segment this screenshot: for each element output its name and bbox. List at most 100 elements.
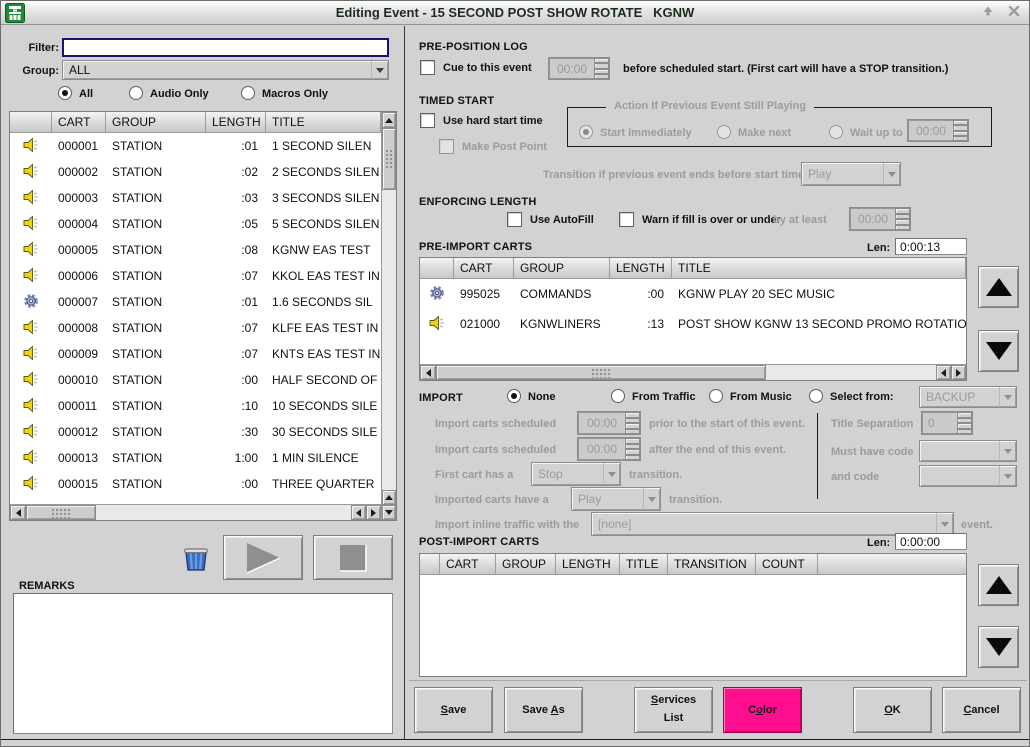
cart-list-hscrollbar[interactable]: [10, 504, 381, 520]
radio-import-music[interactable]: [709, 389, 723, 403]
col-cart[interactable]: CART: [440, 554, 496, 575]
imported-carts-transition-select[interactable]: Play: [571, 487, 661, 511]
col-group[interactable]: GROUP: [496, 554, 556, 575]
col-length[interactable]: LENGTH: [206, 112, 266, 133]
radio-all[interactable]: [58, 86, 72, 100]
scroll-up-icon[interactable]: [382, 490, 396, 505]
chevron-down-icon[interactable]: [371, 61, 388, 79]
spin-down-icon[interactable]: [625, 423, 640, 434]
chevron-down-icon[interactable]: [999, 387, 1016, 407]
scroll-left-icon[interactable]: [351, 505, 366, 520]
scroll-left-icon[interactable]: [10, 505, 26, 520]
spin-up-icon[interactable]: [895, 208, 910, 219]
hscroll-thumb[interactable]: [436, 365, 766, 380]
radio-macros-only[interactable]: [241, 86, 255, 100]
cart-row[interactable]: 000011 STATION :10 10 SECONDS SILE: [10, 393, 381, 419]
post-import-header[interactable]: CART GROUP LENGTH TITLE TRANSITION COUNT: [420, 554, 966, 575]
chevron-down-icon[interactable]: [603, 463, 620, 485]
col-transition[interactable]: TRANSITION: [668, 554, 756, 575]
color-button[interactable]: Color: [723, 687, 802, 733]
make-post-point-checkbox[interactable]: [439, 139, 454, 154]
col-cart[interactable]: CART: [52, 112, 106, 133]
col-title[interactable]: TITLE: [620, 554, 668, 575]
scroll-left-icon[interactable]: [936, 365, 951, 380]
spin-up-icon[interactable]: [625, 438, 640, 449]
spin-up-icon[interactable]: [594, 58, 609, 69]
scroll-down-icon[interactable]: [382, 505, 396, 520]
close-window-button[interactable]: [1001, 3, 1026, 23]
chevron-down-icon[interactable]: [643, 488, 660, 510]
cart-row[interactable]: 000001 STATION :01 1 SECOND SILEN: [10, 133, 381, 159]
scroll-up-icon[interactable]: [382, 112, 396, 128]
radio-import-select-from[interactable]: [809, 389, 823, 403]
pre-import-header[interactable]: CART GROUP LENGTH TITLE: [420, 258, 966, 279]
save-button[interactable]: Save: [414, 687, 493, 733]
play-button[interactable]: [223, 535, 303, 580]
stop-button[interactable]: [313, 535, 393, 580]
select-from-select[interactable]: BACKUP: [919, 386, 1017, 408]
transition-before-start-select[interactable]: Play: [801, 162, 901, 186]
spin-up-icon[interactable]: [625, 412, 640, 423]
cart-list-vscrollbar[interactable]: [381, 112, 396, 520]
spin-down-icon[interactable]: [953, 131, 968, 142]
wait-time-spinner[interactable]: 00:00: [907, 119, 969, 142]
vscroll-thumb[interactable]: [382, 128, 396, 190]
pre-import-table[interactable]: CART GROUP LENGTH TITLE: [419, 257, 967, 381]
first-cart-transition-select[interactable]: Stop: [531, 462, 621, 486]
col-icon[interactable]: [10, 112, 52, 133]
group-select[interactable]: ALL: [62, 60, 389, 80]
chevron-down-icon[interactable]: [936, 513, 953, 535]
cart-row[interactable]: 000010 STATION :00 HALF SECOND OF: [10, 367, 381, 393]
use-autofill-checkbox[interactable]: [507, 212, 522, 227]
post-import-move-up-button[interactable]: [978, 564, 1019, 606]
cue-time-spinner[interactable]: 00:00: [548, 57, 610, 80]
col-group[interactable]: GROUP: [106, 112, 206, 133]
cart-row[interactable]: 000009 STATION :07 KNTS EAS TEST IN: [10, 341, 381, 367]
cart-list-header[interactable]: CART GROUP LENGTH TITLE: [10, 112, 381, 133]
chevron-down-icon[interactable]: [883, 163, 900, 185]
shade-window-button[interactable]: [975, 3, 1000, 23]
pre-import-move-up-button[interactable]: [978, 266, 1019, 308]
radio-make-next[interactable]: [717, 125, 731, 139]
cart-row[interactable]: 000006 STATION :07 KKOL EAS TEST IN: [10, 263, 381, 289]
col-icon[interactable]: [420, 554, 440, 575]
col-length[interactable]: LENGTH: [556, 554, 620, 575]
sched-prior-spinner[interactable]: 00:00: [577, 411, 641, 435]
col-title[interactable]: TITLE: [672, 258, 966, 279]
filter-input[interactable]: [62, 38, 389, 57]
scroll-right-icon[interactable]: [366, 505, 381, 520]
post-import-table[interactable]: CART GROUP LENGTH TITLE TRANSITION COUNT: [419, 553, 967, 677]
remarks-textarea[interactable]: [13, 593, 393, 734]
cart-row[interactable]: 000004 STATION :05 5 SECONDS SILEN: [10, 211, 381, 237]
spin-down-icon[interactable]: [625, 449, 640, 460]
and-code-select[interactable]: [919, 465, 1017, 487]
scroll-left-icon[interactable]: [420, 365, 436, 380]
col-length[interactable]: LENGTH: [610, 258, 672, 279]
chevron-down-icon[interactable]: [999, 441, 1016, 461]
radio-import-none[interactable]: [507, 389, 521, 403]
warn-fill-checkbox[interactable]: [619, 212, 634, 227]
spin-up-icon[interactable]: [953, 120, 968, 131]
col-cart[interactable]: CART: [454, 258, 514, 279]
cart-row[interactable]: 000003 STATION :03 3 SECONDS SILEN: [10, 185, 381, 211]
spin-down-icon[interactable]: [957, 423, 972, 434]
pre-import-row[interactable]: 995025 COMMANDS :00 KGNW PLAY 20 SEC MUS…: [420, 279, 966, 309]
cart-list[interactable]: CART GROUP LENGTH TITLE: [9, 111, 397, 521]
cart-row[interactable]: 000013 STATION 1:00 1 MIN SILENCE: [10, 445, 381, 471]
cancel-button[interactable]: Cancel: [942, 687, 1021, 733]
radio-wait-up-to[interactable]: [829, 125, 843, 139]
spin-down-icon[interactable]: [895, 219, 910, 230]
radio-start-immediately[interactable]: [579, 125, 593, 139]
cue-to-event-checkbox[interactable]: [420, 60, 435, 75]
title-separation-spinner[interactable]: 0: [921, 411, 973, 435]
hscroll-thumb[interactable]: [26, 505, 96, 520]
ok-button[interactable]: OK: [853, 687, 932, 733]
cart-row[interactable]: 000005 STATION :08 KGNW EAS TEST: [10, 237, 381, 263]
col-count[interactable]: COUNT: [756, 554, 818, 575]
spin-up-icon[interactable]: [957, 412, 972, 423]
must-have-code-select[interactable]: [919, 440, 1017, 462]
col-title[interactable]: TITLE: [266, 112, 381, 133]
services-list-button[interactable]: Services List: [634, 687, 713, 733]
cart-row[interactable]: 000012 STATION :30 30 SECONDS SILE: [10, 419, 381, 445]
pre-import-move-down-button[interactable]: [978, 330, 1019, 372]
